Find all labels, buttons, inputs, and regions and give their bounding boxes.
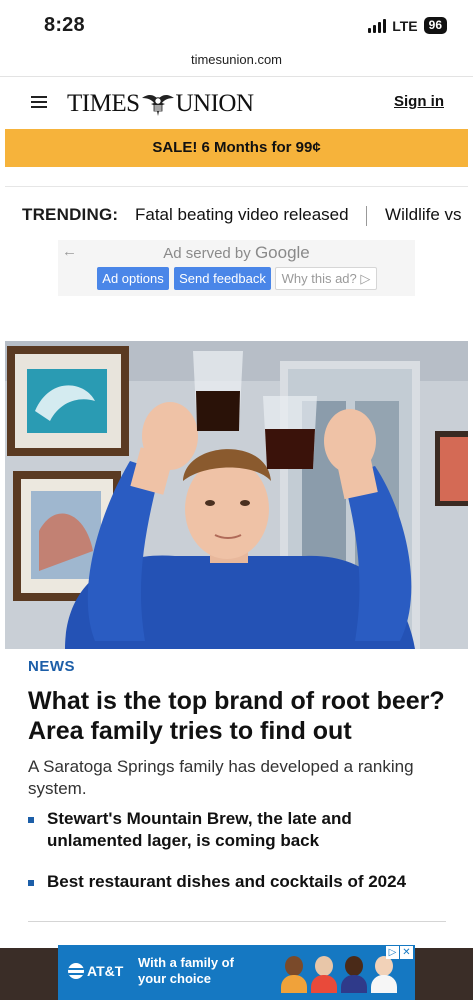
article-hero-image[interactable] <box>5 341 468 649</box>
banner-ad[interactable]: AT&T With a family of your choice ▷ ✕ <box>58 945 415 1000</box>
site-logo[interactable]: TIMES UNION <box>67 86 254 122</box>
close-icon[interactable]: ✕ <box>400 946 413 959</box>
person-avatar-icon <box>310 953 338 993</box>
att-logo: AT&T <box>68 963 123 979</box>
related-links-list: Stewart's Mountain Brew, the late and un… <box>28 808 448 910</box>
trending-bar: TRENDING: Fatal beating video released W… <box>22 202 468 228</box>
status-time: 8:28 <box>44 14 85 36</box>
google-wordmark: Google <box>254 243 310 262</box>
article-summary: A Saratoga Springs family has developed … <box>28 757 414 798</box>
att-globe-icon <box>68 963 84 979</box>
related-link[interactable]: Best restaurant dishes and cocktails of … <box>28 871 448 893</box>
trending-label: TRENDING: <box>22 205 119 224</box>
section-label[interactable]: NEWS <box>28 658 75 675</box>
ad-served-text: Ad served by Google <box>58 243 415 263</box>
trending-item[interactable]: Fatal beating video released <box>135 205 349 224</box>
trending-item[interactable]: Wildlife vs <box>385 205 462 224</box>
why-this-ad-label: Why this ad? <box>281 271 357 286</box>
banner-ad-copy: With a family of your choice <box>138 955 234 986</box>
divider <box>5 186 468 187</box>
status-indicators: LTE 96 <box>368 17 447 34</box>
logo-word-right: UNION <box>175 90 255 117</box>
article-headline[interactable]: What is the top brand of root beer? Area… <box>28 686 453 746</box>
sign-in-link[interactable]: Sign in <box>394 93 444 110</box>
sale-promo-text: SALE! 6 Months for 99¢ <box>152 139 321 156</box>
ad-choices-icon[interactable]: ▷ <box>386 946 399 959</box>
play-triangle-icon: ▷ <box>360 271 371 286</box>
ad-closed-notice: ← Ad served by Google Ad options Send fe… <box>58 240 415 296</box>
sale-promo-banner[interactable]: SALE! 6 Months for 99¢ <box>5 129 468 167</box>
browser-url-bar[interactable]: timesunion.com <box>0 48 473 77</box>
status-bar: 8:28 LTE 96 <box>0 0 473 48</box>
related-link[interactable]: Stewart's Mountain Brew, the late and un… <box>28 808 448 852</box>
send-feedback-button[interactable]: Send feedback <box>174 267 271 290</box>
eagle-icon <box>141 95 174 116</box>
trending-divider <box>366 205 368 226</box>
hamburger-icon[interactable] <box>31 96 47 108</box>
ad-choices-controls: ▷ ✕ <box>386 946 413 959</box>
ad-options-button[interactable]: Ad options <box>97 267 169 290</box>
why-this-ad-button[interactable]: Why this ad? ▷ <box>275 267 377 290</box>
url-text: timesunion.com <box>190 52 283 67</box>
signal-icon <box>368 18 387 33</box>
person-avatar-icon <box>340 953 368 993</box>
site-header: TIMES UNION Sign in <box>5 77 468 129</box>
network-type: LTE <box>392 17 418 34</box>
divider <box>28 921 446 922</box>
hero-photo <box>5 341 468 649</box>
banner-ad-illustration <box>280 953 398 993</box>
person-avatar-icon <box>280 953 308 993</box>
logo-word-left: TIMES <box>67 90 140 117</box>
person-avatar-icon <box>370 953 398 993</box>
ad-served-prefix: Ad served by <box>163 245 251 262</box>
att-wordmark: AT&T <box>87 963 124 979</box>
battery-icon: 96 <box>423 17 447 34</box>
